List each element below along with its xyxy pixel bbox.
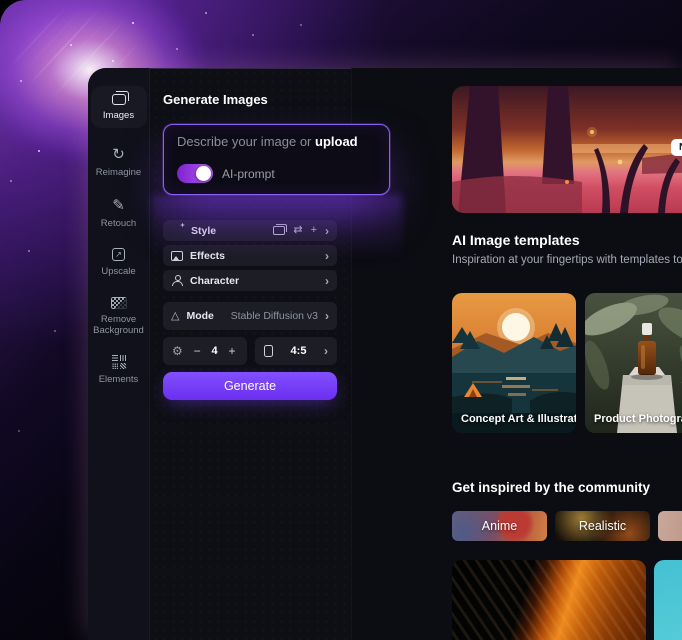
concept-art-illustration: [452, 293, 576, 433]
generate-button[interactable]: Generate: [163, 372, 337, 400]
sidebar-item-label: Images: [91, 110, 147, 121]
star-specks: [0, 0, 2, 2]
chip-label: Anime: [482, 519, 517, 533]
sidebar-item-label: Upscale: [91, 266, 147, 277]
product-photo-illustration: [585, 293, 682, 433]
new-badge: NEW: [671, 139, 682, 156]
sidebar-item-label: Retouch: [91, 218, 147, 229]
aspect-ratio-icon: [264, 345, 273, 357]
community-heading: Get inspired by the community: [452, 480, 650, 495]
sidebar-item-images[interactable]: Images: [91, 86, 147, 128]
tool-sidebar: Images ↻ Reimagine ✎ Retouch ↗ Upscale R…: [88, 68, 150, 640]
sidebar-item-label: Elements: [91, 374, 147, 385]
ai-prompt-label: AI-prompt: [222, 167, 275, 181]
mode-icon: △: [171, 311, 179, 322]
effects-label: Effects: [190, 250, 225, 262]
template-card-product-photography[interactable]: Product Photography: [585, 293, 682, 433]
template-card-label: Product Photography: [594, 413, 682, 425]
character-row[interactable]: Character ›: [163, 270, 337, 291]
community-chip-realistic[interactable]: Realistic: [555, 511, 650, 541]
elements-icon: [112, 355, 126, 369]
chevron-right-icon[interactable]: ›: [325, 225, 329, 237]
shuffle-icon[interactable]: ⇄: [293, 225, 302, 236]
images-icon: [112, 94, 126, 105]
mode-row[interactable]: △ Mode Stable Diffusion v3 ›: [163, 302, 337, 330]
toggle-knob: [196, 166, 211, 181]
prompt-input[interactable]: Describe your image or upload AI-prompt: [163, 124, 390, 195]
increase-count-button[interactable]: +: [226, 344, 238, 358]
style-icon: [171, 225, 184, 237]
decrease-count-button[interactable]: −: [191, 344, 203, 358]
chevron-right-icon[interactable]: ›: [325, 310, 329, 322]
style-actions: ⇄ + ›: [273, 225, 329, 237]
community-image-teal-sky[interactable]: [654, 560, 682, 640]
prompt-placeholder-text: Describe your image or: [177, 134, 311, 149]
ai-prompt-toggle-row: AI-prompt: [177, 164, 275, 183]
upload-link[interactable]: upload: [315, 134, 358, 149]
character-icon: [171, 275, 183, 286]
recraft-plus-banner[interactable]: NEW Recraft Plus: [452, 86, 682, 213]
retouch-icon: ✎: [112, 198, 125, 213]
aspect-ratio-value: 4:5: [291, 345, 307, 357]
sidebar-item-remove-background[interactable]: Remove Background: [91, 297, 147, 337]
sidebar-item-label: Remove Background: [91, 314, 147, 337]
character-label: Character: [190, 275, 239, 287]
app-window: Images ↻ Reimagine ✎ Retouch ↗ Upscale R…: [88, 68, 682, 640]
banner-illustration: [452, 86, 682, 213]
reimagine-icon: ↻: [112, 147, 125, 162]
style-library-icon[interactable]: [273, 226, 285, 235]
style-label: Style: [191, 225, 216, 237]
template-card-label: Concept Art & Illustration: [461, 413, 576, 425]
image-count-value: 4: [211, 345, 217, 357]
chip-label: Realistic: [579, 519, 626, 533]
template-card-concept-art[interactable]: Concept Art & Illustration: [452, 293, 576, 433]
chevron-right-icon[interactable]: ›: [325, 250, 329, 262]
sidebar-item-reimagine[interactable]: ↻ Reimagine: [91, 147, 147, 178]
mode-label: Mode: [186, 310, 213, 322]
community-chip-anime[interactable]: Anime: [452, 511, 547, 541]
aspect-ratio-selector[interactable]: 4:5 ›: [255, 337, 337, 365]
prompt-placeholder: Describe your image or upload: [177, 134, 376, 149]
templates-subheading: Inspiration at your fingertips with temp…: [452, 254, 682, 266]
chevron-right-icon[interactable]: ›: [325, 275, 329, 287]
effects-icon: [171, 251, 183, 261]
community-image-orange-texture[interactable]: [452, 560, 646, 640]
add-style-icon[interactable]: +: [311, 225, 317, 236]
content-area: NEW Recraft Plus AI Image templates Insp…: [352, 68, 682, 640]
upscale-icon: ↗: [112, 248, 125, 261]
mode-value: Stable Diffusion v3: [231, 310, 318, 322]
chevron-right-icon[interactable]: ›: [324, 345, 328, 357]
sidebar-item-elements[interactable]: Elements: [91, 355, 147, 385]
sidebar-item-upscale[interactable]: ↗ Upscale: [91, 248, 147, 277]
templates-heading: AI Image templates: [452, 232, 580, 248]
sidebar-item-retouch[interactable]: ✎ Retouch: [91, 198, 147, 229]
effects-row[interactable]: Effects ›: [163, 245, 337, 266]
sidebar-item-label: Reimagine: [91, 167, 147, 178]
image-count-stepper: ⚙ − 4 +: [163, 337, 247, 365]
gear-icon[interactable]: ⚙: [172, 344, 183, 358]
page-background: Images ↻ Reimagine ✎ Retouch ↗ Upscale R…: [0, 0, 682, 640]
remove-background-icon: [111, 297, 127, 309]
community-chip-woman[interactable]: Woman: [658, 511, 682, 541]
style-row[interactable]: Style ⇄ + ›: [163, 220, 337, 241]
page-title: Generate Images: [163, 92, 268, 107]
ai-prompt-toggle[interactable]: [177, 164, 213, 183]
